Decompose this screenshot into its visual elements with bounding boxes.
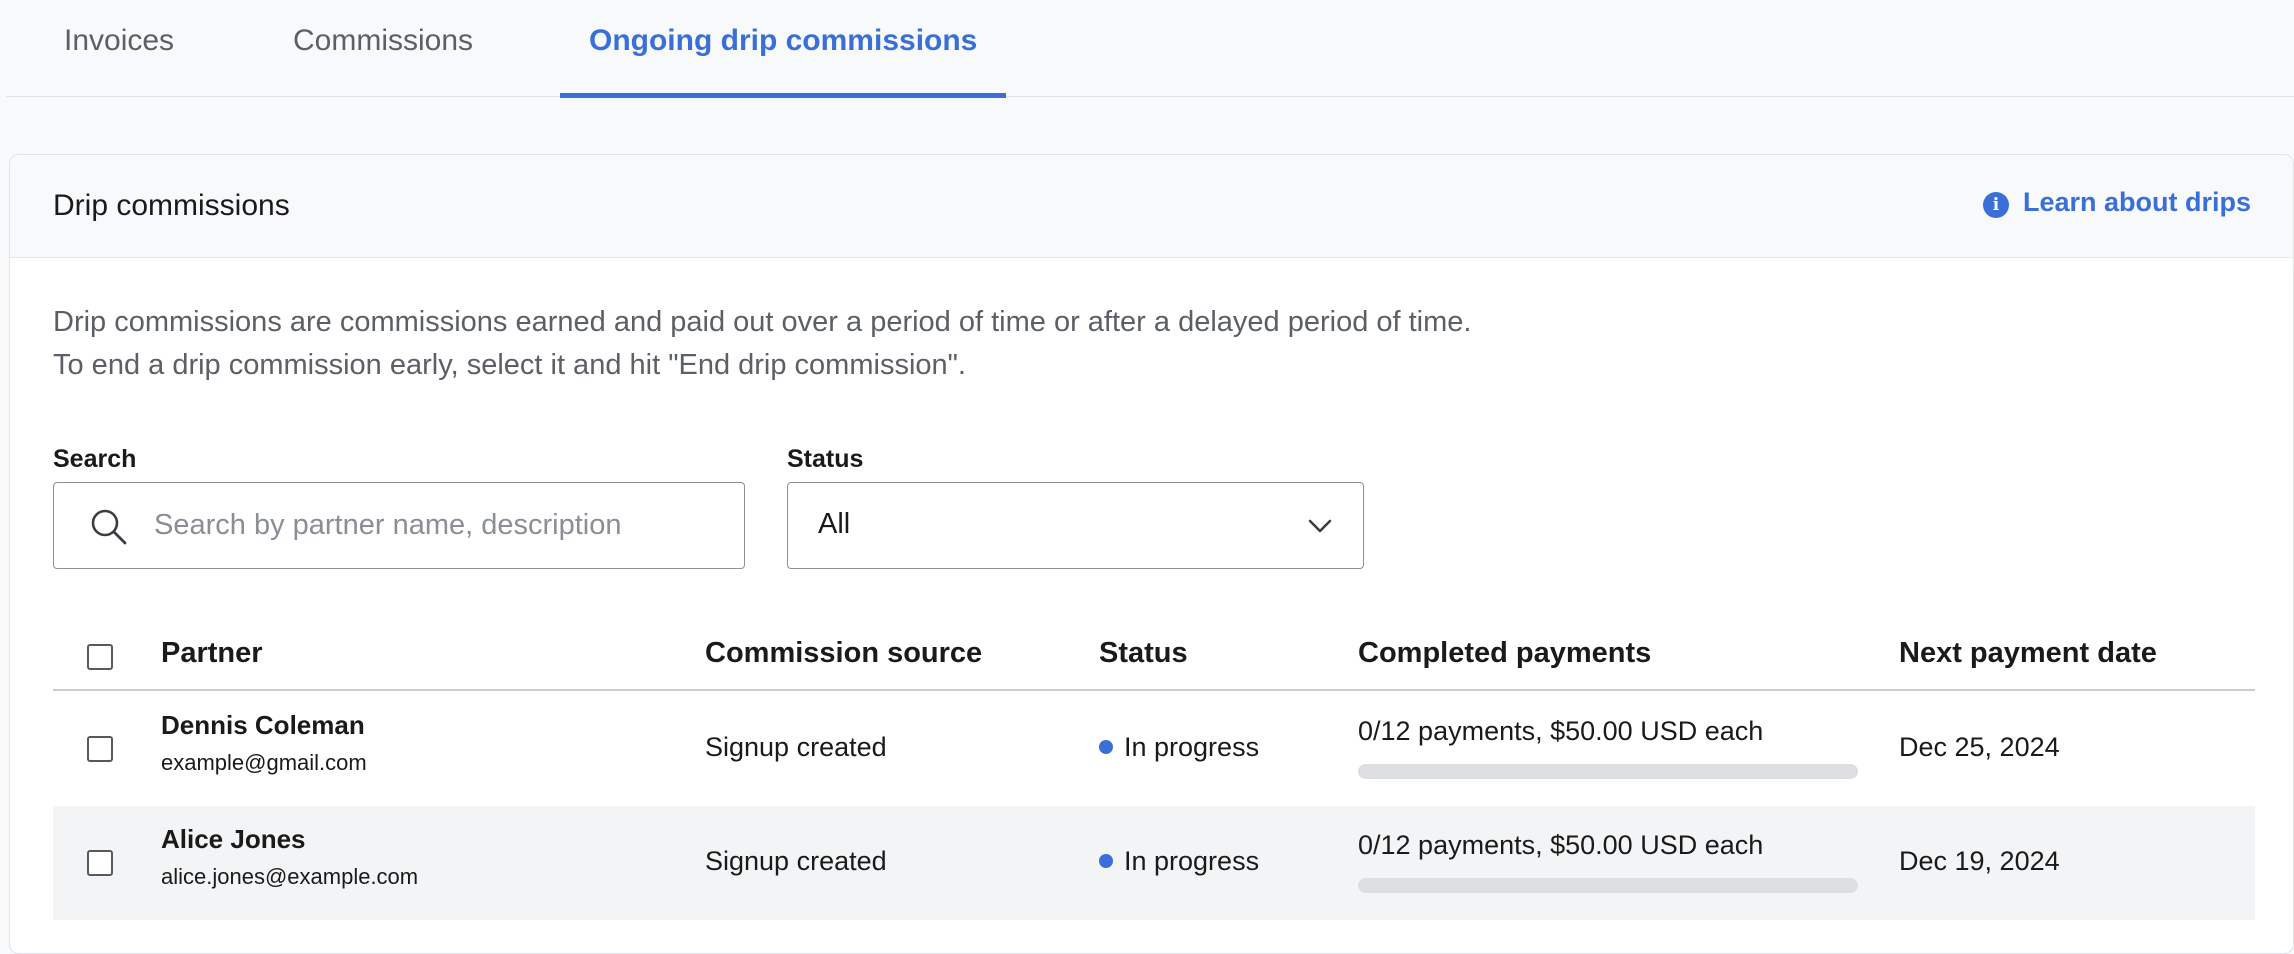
search-icon xyxy=(91,509,127,545)
status-badge: In progress xyxy=(1099,732,1259,763)
completed-payments-text: 0/12 payments, $50.00 USD each xyxy=(1358,716,1764,746)
next-payment-date: Dec 19, 2024 xyxy=(1899,846,2060,876)
completed-payments-text: 0/12 payments, $50.00 USD each xyxy=(1358,830,1764,860)
learn-about-drips-link[interactable]: i Learn about drips xyxy=(1982,187,2251,218)
table-row[interactable]: Dennis Coleman example@gmail.com Signup … xyxy=(53,692,2255,806)
card-title: Drip commissions xyxy=(53,189,290,222)
partner-name: Dennis Coleman xyxy=(161,710,365,740)
row-checkbox[interactable] xyxy=(87,736,113,762)
commission-source: Signup created xyxy=(705,846,887,876)
column-partner[interactable]: Partner xyxy=(161,637,263,670)
card-header: Drip commissions i Learn about drips xyxy=(10,155,2293,258)
search-input[interactable] xyxy=(154,483,734,568)
tab-ongoing-drip-commissions[interactable]: Ongoing drip commissions xyxy=(560,0,1007,98)
column-status[interactable]: Status xyxy=(1099,637,1188,670)
status-badge: In progress xyxy=(1099,846,1259,877)
select-all-checkbox[interactable] xyxy=(87,644,113,670)
table-row[interactable]: Alice Jones alice.jones@example.com Sign… xyxy=(53,806,2255,920)
partner-email: alice.jones@example.com xyxy=(161,864,419,889)
chevron-down-icon xyxy=(1308,519,1332,533)
search-field xyxy=(53,482,745,569)
payments-progress-bar xyxy=(1358,764,1858,779)
tab-commissions[interactable]: Commissions xyxy=(264,0,502,97)
status-text: In progress xyxy=(1124,846,1260,876)
status-dot-icon xyxy=(1099,854,1113,868)
status-select-value: All xyxy=(818,508,851,540)
commission-source: Signup created xyxy=(705,732,887,762)
tab-bar: Invoices Commissions Ongoing drip commis… xyxy=(6,0,2294,98)
column-next-payment-date[interactable]: Next payment date xyxy=(1899,637,2157,670)
partner-email: example@gmail.com xyxy=(161,750,367,775)
partner-name: Alice Jones xyxy=(161,824,306,854)
next-payment-date: Dec 25, 2024 xyxy=(1899,732,2060,762)
status-label: Status xyxy=(787,445,864,473)
drip-commissions-card: Drip commissions i Learn about drips Dri… xyxy=(9,154,2294,954)
status-select[interactable]: All xyxy=(787,482,1364,569)
card-description: Drip commissions are commissions earned … xyxy=(53,306,1472,381)
search-label: Search xyxy=(53,445,137,473)
column-completed-payments[interactable]: Completed payments xyxy=(1358,637,1651,670)
info-icon: i xyxy=(1982,191,2009,218)
row-checkbox[interactable] xyxy=(87,850,113,876)
status-text: In progress xyxy=(1124,732,1260,762)
tab-invoices[interactable]: Invoices xyxy=(35,0,203,97)
column-commission-source[interactable]: Commission source xyxy=(705,637,982,670)
status-dot-icon xyxy=(1099,740,1113,754)
learn-about-drips-label: Learn about drips xyxy=(2022,187,2251,217)
payments-progress-bar xyxy=(1358,878,1858,893)
table-header: Partner Commission source Status Complet… xyxy=(53,625,2255,691)
